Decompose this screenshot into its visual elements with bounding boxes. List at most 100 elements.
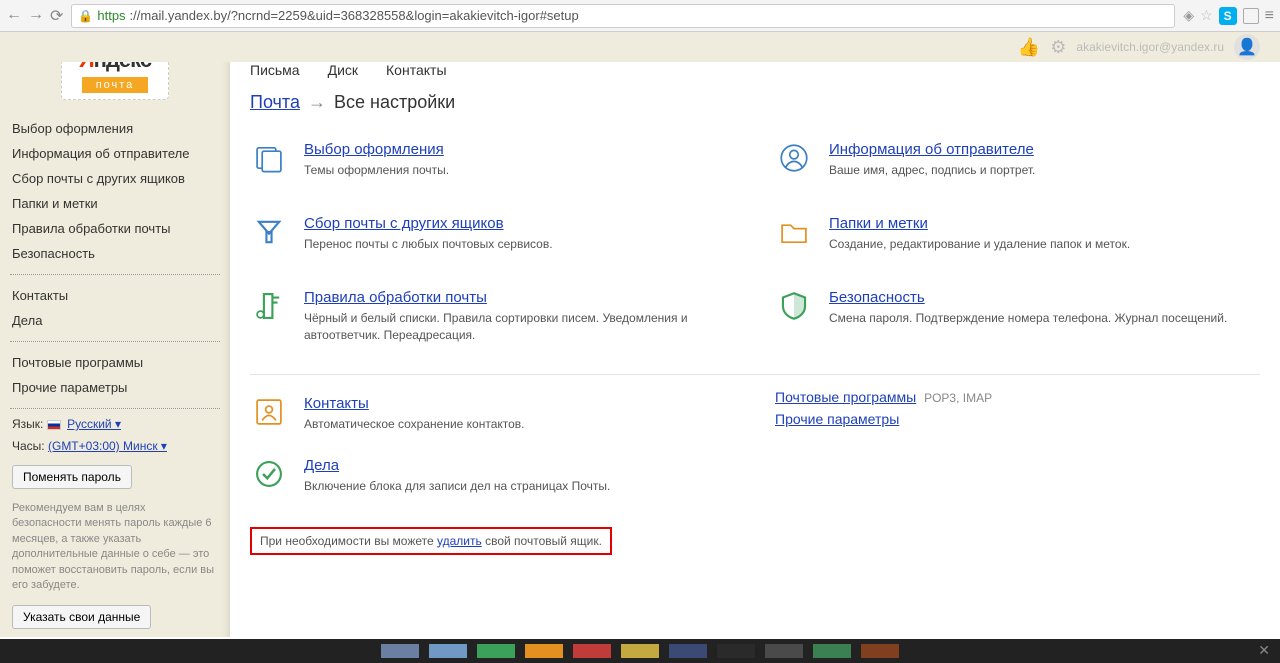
footer-color-bar bbox=[0, 639, 1280, 663]
set-personal-data-button[interactable]: Указать свои данные bbox=[12, 605, 151, 629]
setting-item: Папки и метки Создание, редактирование и … bbox=[775, 205, 1260, 267]
setting-item: Безопасность Смена пароля. Подтверждение … bbox=[775, 279, 1260, 358]
setting-todo-link[interactable]: Дела bbox=[304, 457, 339, 474]
sidebar-item[interactable]: Почтовые программы bbox=[0, 350, 230, 375]
setting-item: Правила обработки почты Чёрный и белый сп… bbox=[250, 279, 735, 358]
contacts-icon bbox=[250, 395, 288, 433]
skype-icon[interactable]: S bbox=[1219, 7, 1237, 25]
thumbs-up-icon[interactable]: 👍 bbox=[1018, 37, 1040, 58]
lock-icon: 🔒 bbox=[78, 9, 93, 23]
setting-desc: Чёрный и белый списки. Правила сортировк… bbox=[304, 310, 735, 344]
setting-link[interactable]: Информация об отправителе bbox=[829, 141, 1034, 158]
setting-link[interactable]: Правила обработки почты bbox=[304, 289, 487, 306]
reload-icon[interactable]: ⟳ bbox=[50, 6, 63, 26]
setting-todo-desc: Включение блока для записи дел на страни… bbox=[304, 478, 610, 495]
password-hint: Рекомендуем вам в целях безопасности мен… bbox=[0, 497, 230, 597]
setting-link[interactable]: Выбор оформления bbox=[304, 141, 444, 158]
logo-service: почта bbox=[82, 77, 149, 93]
back-icon[interactable]: ← bbox=[6, 6, 22, 26]
setting-desc: Темы оформления почты. bbox=[304, 162, 449, 179]
close-icon[interactable]: ✕ bbox=[1258, 642, 1270, 659]
collect-icon bbox=[250, 215, 288, 253]
sidebar-item[interactable]: Дела bbox=[0, 308, 230, 333]
address-bar[interactable]: 🔒 https ://mail.yandex.by/?ncrnd=2259&uid… bbox=[71, 4, 1175, 28]
sidebar-item[interactable]: Правила обработки почты bbox=[0, 216, 230, 241]
sidebar-item[interactable]: Контакты bbox=[0, 283, 230, 308]
sender-icon bbox=[775, 141, 813, 179]
footer-swatch[interactable] bbox=[573, 644, 611, 658]
arrow-right-icon: → bbox=[308, 92, 326, 113]
rules-icon bbox=[250, 289, 288, 327]
language-row: Язык: Русский ▾ bbox=[0, 413, 230, 435]
extensions: ◈ ☆ S ≡ bbox=[1183, 7, 1274, 25]
footer-swatch[interactable] bbox=[861, 644, 899, 658]
footer-swatch[interactable] bbox=[429, 644, 467, 658]
sidebar-item[interactable]: Прочие параметры bbox=[0, 375, 230, 400]
nav-buttons: ← → ⟳ bbox=[6, 6, 63, 26]
setting-item: Сбор почты с других ящиковПеренос почты … bbox=[250, 205, 735, 267]
folder-icon bbox=[775, 215, 813, 253]
footer-swatch[interactable] bbox=[621, 644, 659, 658]
timezone-row: Часы: (GMT+03:00) Минск ▾ bbox=[0, 435, 230, 457]
setting-todo: Дела Включение блока для записи дел на с… bbox=[250, 447, 735, 509]
footer-swatch[interactable] bbox=[525, 644, 563, 658]
forward-icon[interactable]: → bbox=[28, 6, 44, 26]
user-email[interactable]: akakievitch.igor@yandex.ru bbox=[1076, 40, 1224, 54]
todo-icon bbox=[250, 457, 288, 495]
eye-icon[interactable]: ◈ bbox=[1183, 7, 1194, 24]
setting-link[interactable]: Сбор почты с других ящиков bbox=[304, 215, 504, 232]
setting-item: Выбор оформления Темы оформления почты. bbox=[250, 131, 735, 193]
language-select[interactable]: Русский ▾ bbox=[67, 417, 121, 431]
main-content: Письма Диск Контакты Почта → Все настрой… bbox=[230, 32, 1280, 637]
sidebar-item[interactable]: Выбор оформления bbox=[0, 116, 230, 141]
breadcrumb-current: Все настройки bbox=[334, 92, 455, 113]
flag-ru-icon bbox=[47, 420, 61, 430]
footer-swatch[interactable] bbox=[381, 644, 419, 658]
avatar[interactable]: 👤 bbox=[1234, 34, 1260, 60]
setting-desc: Ваше имя, адрес, подпись и портрет. bbox=[829, 162, 1035, 179]
menu-icon[interactable]: ≡ bbox=[1265, 7, 1274, 25]
footer-swatch[interactable] bbox=[669, 644, 707, 658]
page-header: 👍 ⚙ akakievitch.igor@yandex.ru 👤 bbox=[0, 32, 1280, 62]
setting-desc: Создание, редактирование и удаление папо… bbox=[829, 236, 1130, 253]
page-body: Яндекс почта Выбор оформленияИнформация … bbox=[0, 32, 1280, 637]
other-params-row: Прочие параметры bbox=[775, 411, 1260, 427]
delete-mailbox-notice: При необходимости вы можете удалить свой… bbox=[250, 527, 612, 555]
nav-contacts[interactable]: Контакты bbox=[386, 62, 446, 78]
breadcrumb: Почта → Все настройки bbox=[250, 92, 1260, 131]
breadcrumb-root[interactable]: Почта bbox=[250, 92, 300, 113]
sidebar-item[interactable]: Папки и метки bbox=[0, 191, 230, 216]
footer-swatch[interactable] bbox=[477, 644, 515, 658]
delete-mailbox-link[interactable]: удалить bbox=[437, 534, 482, 548]
sidebar: Яндекс почта Выбор оформленияИнформация … bbox=[0, 32, 230, 637]
change-password-button[interactable]: Поменять пароль bbox=[12, 465, 132, 489]
browser-toolbar: ← → ⟳ 🔒 https ://mail.yandex.by/?ncrnd=22… bbox=[0, 0, 1280, 32]
mail-protocols: POP3, IMAP bbox=[924, 391, 992, 405]
footer-swatch[interactable] bbox=[717, 644, 755, 658]
nav-mail[interactable]: Письма bbox=[250, 62, 300, 78]
url-text: ://mail.yandex.by/?ncrnd=2259&uid=368328… bbox=[130, 8, 579, 23]
extension-icon[interactable] bbox=[1243, 8, 1259, 24]
setting-contacts: Контакты Автоматическое сохранение конта… bbox=[250, 385, 735, 447]
top-navigation: Письма Диск Контакты bbox=[250, 62, 1260, 92]
bookmark-star-icon[interactable]: ☆ bbox=[1200, 7, 1213, 24]
footer-swatch[interactable] bbox=[813, 644, 851, 658]
setting-contacts-desc: Автоматическое сохранение контактов. bbox=[304, 416, 525, 433]
mail-programs-link[interactable]: Почтовые программы bbox=[775, 389, 916, 405]
sidebar-item[interactable]: Информация об отправителе bbox=[0, 141, 230, 166]
setting-desc: Смена пароля. Подтверждение номера телеф… bbox=[829, 310, 1227, 327]
sidebar-item[interactable]: Сбор почты с других ящиков bbox=[0, 166, 230, 191]
url-https: https bbox=[97, 8, 125, 23]
setting-item: Информация об отправителе Ваше имя, адрес… bbox=[775, 131, 1260, 193]
timezone-select[interactable]: (GMT+03:00) Минск ▾ bbox=[48, 439, 167, 453]
gear-icon[interactable]: ⚙ bbox=[1050, 37, 1066, 58]
setting-link[interactable]: Безопасность bbox=[829, 289, 925, 306]
setting-link[interactable]: Папки и метки bbox=[829, 215, 928, 232]
mail-programs-row: Почтовые программы POP3, IMAP bbox=[775, 389, 1260, 405]
setting-contacts-link[interactable]: Контакты bbox=[304, 395, 369, 412]
sidebar-item[interactable]: Безопасность bbox=[0, 241, 230, 266]
footer-swatch[interactable] bbox=[765, 644, 803, 658]
nav-disk[interactable]: Диск bbox=[328, 62, 358, 78]
other-params-link[interactable]: Прочие параметры bbox=[775, 411, 899, 427]
theme-icon bbox=[250, 141, 288, 179]
